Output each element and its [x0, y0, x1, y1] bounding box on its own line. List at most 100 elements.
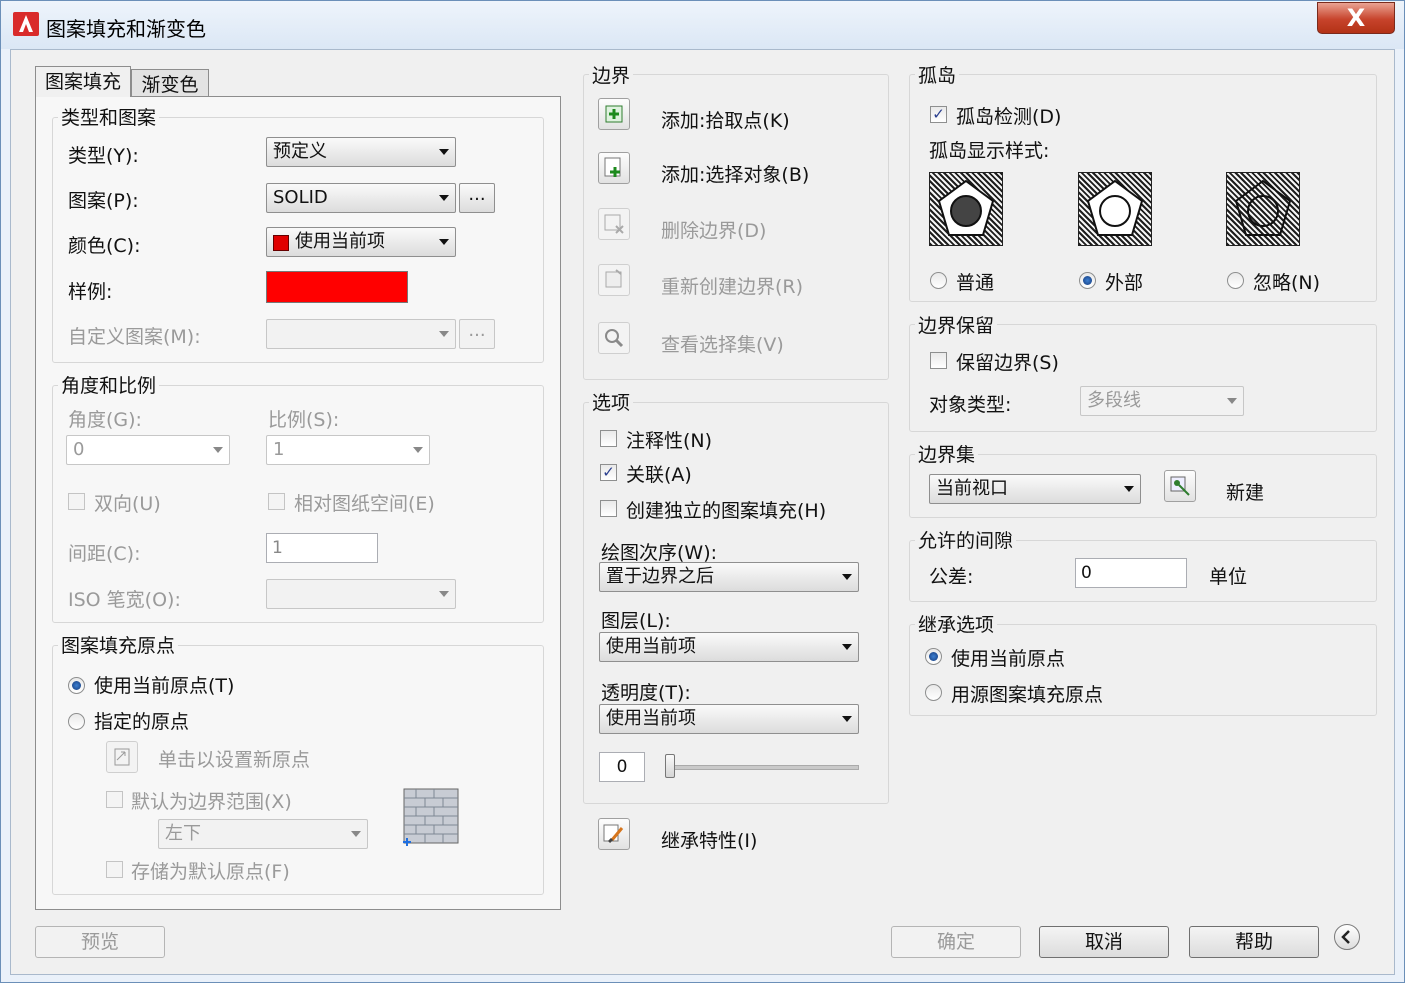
chevron-down-icon: [439, 149, 449, 155]
retain-boundaries-checkbox[interactable]: [930, 352, 947, 369]
create-separate-checkbox[interactable]: [600, 500, 617, 517]
ok-button[interactable]: 确定: [891, 926, 1021, 958]
pattern-browse-button[interactable]: ...: [459, 183, 495, 213]
tab-gradient[interactable]: 渐变色: [131, 69, 209, 97]
color-swatch-icon: [273, 235, 289, 251]
island-ignore-label: 忽略(N): [1253, 272, 1321, 294]
island-normal-radio[interactable]: [930, 272, 947, 289]
boundary-set-value: 当前视口: [936, 478, 1008, 499]
chevron-down-icon: [439, 591, 449, 597]
add-pick-points-label: 添加:拾取点(K): [661, 110, 790, 132]
custom-pattern-combo[interactable]: [266, 319, 456, 349]
inherit-current-origin-label: 使用当前原点: [951, 648, 1066, 670]
transparency-amount-input[interactable]: 0: [599, 752, 645, 782]
origin-position-combo[interactable]: 左下: [158, 819, 368, 849]
object-type-value: 多段线: [1087, 390, 1141, 411]
annotative-checkbox[interactable]: [600, 430, 617, 447]
chevron-down-icon: [439, 195, 449, 201]
object-type-combo[interactable]: 多段线: [1080, 386, 1244, 416]
double-checkbox[interactable]: [68, 493, 85, 510]
draw-order-combo[interactable]: 置于边界之后: [599, 562, 859, 592]
type-combo[interactable]: 预定义: [266, 137, 456, 167]
remove-boundaries-button[interactable]: [598, 208, 630, 240]
custom-pattern-browse-button[interactable]: ...: [459, 319, 495, 349]
origin-position-value: 左下: [165, 823, 201, 844]
color-combo[interactable]: 使用当前项: [266, 227, 456, 257]
scale-combo[interactable]: 1: [266, 435, 430, 465]
spacing-input[interactable]: 1: [266, 533, 378, 563]
new-boundary-set-label: 新建: [1226, 482, 1265, 504]
tolerance-label: 公差:: [929, 566, 974, 588]
remove-boundaries-label: 删除边界(D): [661, 220, 767, 242]
island-outer-radio[interactable]: [1079, 272, 1096, 289]
relative-paper-checkbox[interactable]: [268, 493, 285, 510]
view-selections-button[interactable]: [598, 322, 630, 354]
color-value: 使用当前项: [295, 231, 385, 252]
help-button[interactable]: 帮助: [1189, 926, 1319, 958]
tolerance-input[interactable]: 0: [1075, 558, 1187, 588]
island-normal-preview[interactable]: [929, 172, 1003, 246]
inherit-current-origin-radio[interactable]: [925, 648, 942, 665]
chevron-down-icon: [842, 716, 852, 722]
spacing-label: 间距(C):: [68, 543, 141, 565]
add-pick-points-button[interactable]: [598, 98, 630, 130]
pattern-value: SOLID: [273, 187, 328, 208]
scale-value: 1: [273, 439, 285, 460]
collapse-button[interactable]: [1334, 924, 1360, 950]
use-current-origin-label: 使用当前原点(T): [94, 675, 235, 697]
create-separate-label: 创建独立的图案填充(H): [626, 500, 827, 522]
island-detection-checkbox[interactable]: ✓: [930, 106, 947, 123]
layer-combo[interactable]: 使用当前项: [599, 632, 859, 662]
island-ignore-radio[interactable]: [1227, 272, 1244, 289]
island-outer-preview[interactable]: [1078, 172, 1152, 246]
set-origin-button[interactable]: [106, 741, 138, 773]
type-value: 预定义: [273, 141, 327, 162]
use-current-origin-radio[interactable]: [68, 677, 85, 694]
specified-origin-radio[interactable]: [68, 713, 85, 730]
transparency-slider-thumb[interactable]: [665, 754, 675, 778]
boundary-title: 边界: [589, 61, 634, 88]
default-extents-checkbox[interactable]: [106, 791, 123, 808]
recreate-boundary-button[interactable]: [598, 264, 630, 296]
cancel-button[interactable]: 取消: [1039, 926, 1169, 958]
swatch-label: 样例:: [68, 281, 113, 303]
preview-button[interactable]: 预览: [35, 926, 165, 958]
pattern-combo[interactable]: SOLID: [266, 183, 456, 213]
add-pick-point-icon: [605, 105, 623, 123]
inherit-properties-button[interactable]: [598, 818, 630, 850]
store-default-origin-checkbox[interactable]: [106, 861, 123, 878]
default-extents-label: 默认为边界范围(X): [131, 791, 292, 813]
angle-combo[interactable]: 0: [66, 435, 230, 465]
paintbrush-icon: [603, 824, 624, 844]
pick-origin-icon: [114, 748, 130, 766]
boundary-set-combo[interactable]: 当前视口: [929, 474, 1141, 504]
color-label: 颜色(C):: [68, 235, 141, 257]
autocad-a-icon: [13, 12, 39, 36]
iso-pen-width-combo[interactable]: [266, 579, 456, 609]
transparency-slider-track[interactable]: [667, 765, 859, 770]
inherit-source-origin-radio[interactable]: [925, 684, 942, 701]
type-label: 类型(Y):: [68, 145, 139, 167]
island-ignore-preview[interactable]: [1226, 172, 1300, 246]
angle-scale-title: 角度和比例: [58, 371, 160, 398]
transparency-combo[interactable]: 使用当前项: [599, 704, 859, 734]
associative-checkbox[interactable]: ✓: [600, 464, 617, 481]
new-boundary-set-button[interactable]: [1164, 470, 1196, 502]
island-style-label: 孤岛显示样式:: [929, 140, 1050, 162]
chevron-down-icon: [1124, 486, 1134, 492]
hatch-dialog-window: 图案填充和渐变色 X 图案填充 渐变色 类型和图案 类型(Y): 预定义 图案(…: [0, 0, 1405, 983]
pentagon-normal-icon: [937, 179, 995, 236]
transparency-label: 透明度(T):: [601, 682, 691, 704]
tab-hatch[interactable]: 图案填充: [35, 66, 131, 97]
pentagon-ignore-icon: [1234, 179, 1292, 236]
add-select-objects-button[interactable]: [598, 152, 630, 184]
pattern-swatch-preview[interactable]: [266, 271, 408, 303]
close-button[interactable]: X: [1317, 2, 1395, 34]
chevron-down-icon: [439, 239, 449, 245]
angle-label: 角度(G):: [68, 409, 142, 431]
recreate-boundary-label: 重新创建边界(R): [661, 276, 804, 298]
options-title: 选项: [589, 388, 634, 415]
inherit-properties-label: 继承特性(I): [661, 830, 758, 852]
annotative-label: 注释性(N): [626, 430, 713, 452]
chevron-down-icon: [439, 331, 449, 337]
